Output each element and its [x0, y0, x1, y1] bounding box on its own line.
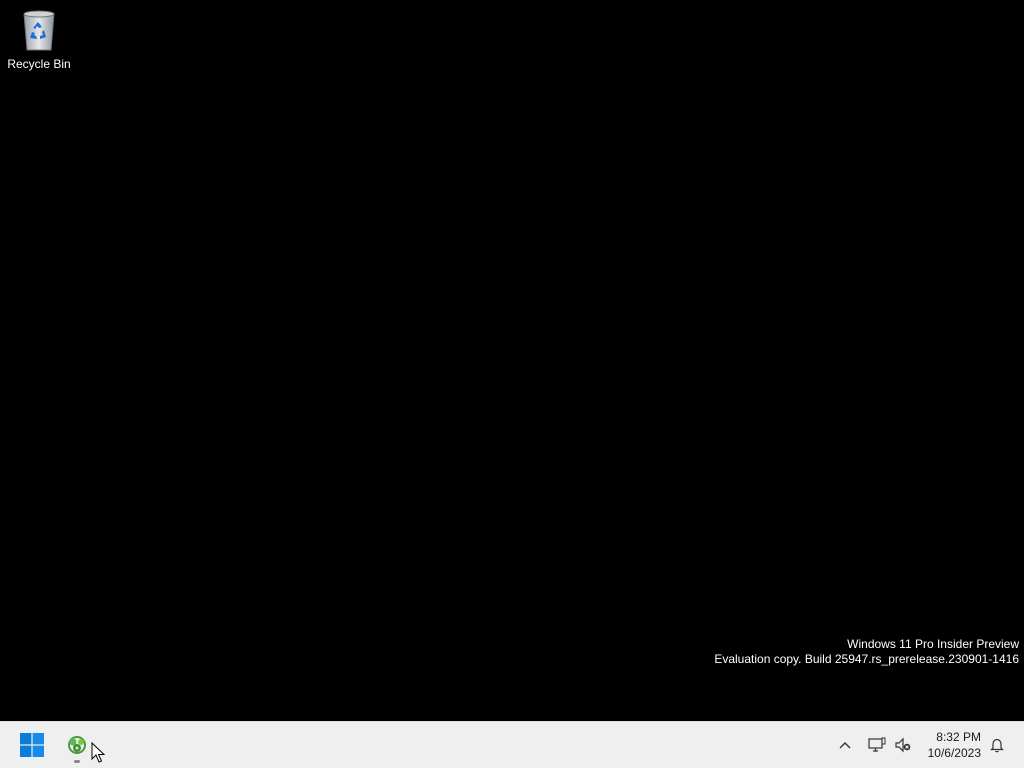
clock-time: 8:32 PM — [936, 730, 981, 744]
taskbar-app-button[interactable] — [57, 726, 97, 764]
app-icon — [68, 736, 86, 754]
taskbar: 8:32 PM 10/6/2023 — [0, 721, 1024, 768]
desktop[interactable]: Recycle Bin Windows 11 Pro Insider Previ… — [0, 0, 1024, 721]
clock-date: 10/6/2023 — [927, 746, 981, 760]
volume-muted-icon — [895, 737, 911, 753]
clock[interactable]: 8:32 PM 10/6/2023 — [918, 726, 984, 764]
chevron-up-icon — [839, 742, 851, 749]
windows-start-icon — [20, 733, 44, 757]
recycle-bin-shortcut[interactable]: Recycle Bin — [4, 6, 74, 76]
start-button[interactable] — [12, 726, 52, 764]
notifications-button[interactable] — [984, 726, 1010, 764]
recycle-bin-label: Recycle Bin — [7, 57, 71, 71]
network-icon — [868, 737, 886, 752]
bell-icon — [990, 738, 1004, 753]
windows-watermark: Windows 11 Pro Insider Preview Evaluatio… — [714, 637, 1019, 667]
network-button[interactable] — [864, 726, 890, 764]
volume-button[interactable] — [890, 726, 916, 764]
watermark-edition: Windows 11 Pro Insider Preview — [847, 637, 1019, 651]
show-hidden-icons-button[interactable] — [832, 726, 858, 764]
watermark-build: Evaluation copy. Build 25947.rs_prerelea… — [714, 652, 1019, 666]
running-indicator — [74, 760, 80, 763]
recycle-bin-icon — [23, 10, 55, 51]
